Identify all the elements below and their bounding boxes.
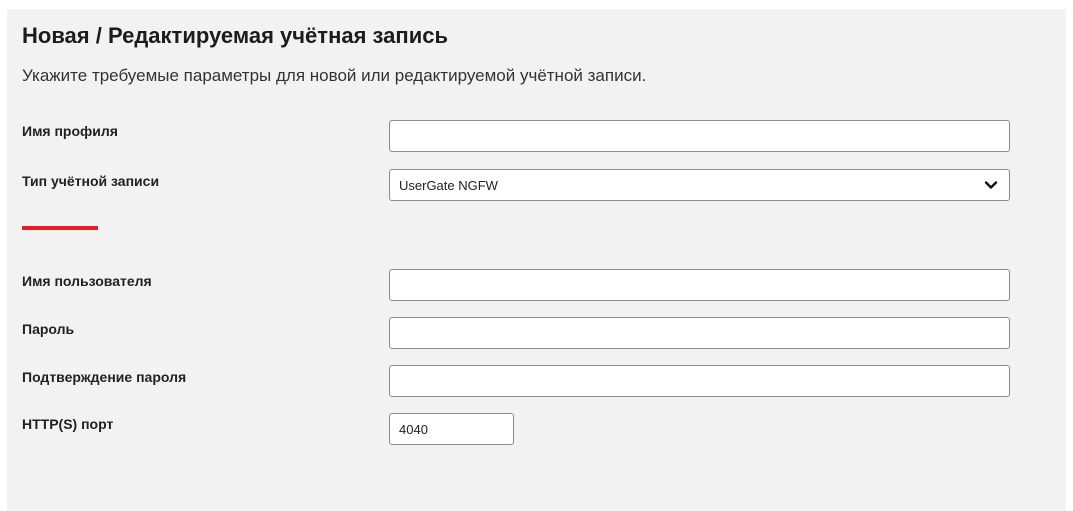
chevron-down-icon <box>984 181 998 189</box>
account-type-select[interactable]: UserGate NGFW <box>389 169 1010 201</box>
http-port-label: HTTP(S) порт <box>22 416 114 432</box>
account-type-selected-value: UserGate NGFW <box>399 177 498 193</box>
username-input[interactable] <box>389 269 1010 301</box>
page-subtitle: Укажите требуемые параметры для новой ил… <box>22 66 647 85</box>
username-label: Имя пользователя <box>22 273 152 289</box>
profile-name-label: Имя профиля <box>22 123 118 139</box>
password-confirm-input[interactable] <box>389 365 1010 397</box>
page-title: Новая / Редактируемая учётная запись <box>22 23 448 48</box>
password-confirm-label: Подтверждение пароля <box>22 369 187 385</box>
section-divider <box>22 226 98 230</box>
password-input[interactable] <box>389 317 1010 349</box>
account-type-label: Тип учётной записи <box>22 173 160 189</box>
profile-name-input[interactable] <box>389 120 1010 152</box>
password-label: Пароль <box>22 321 75 337</box>
account-form-panel: Новая / Редактируемая учётная запись Ука… <box>7 9 1066 511</box>
http-port-input[interactable] <box>389 413 514 445</box>
